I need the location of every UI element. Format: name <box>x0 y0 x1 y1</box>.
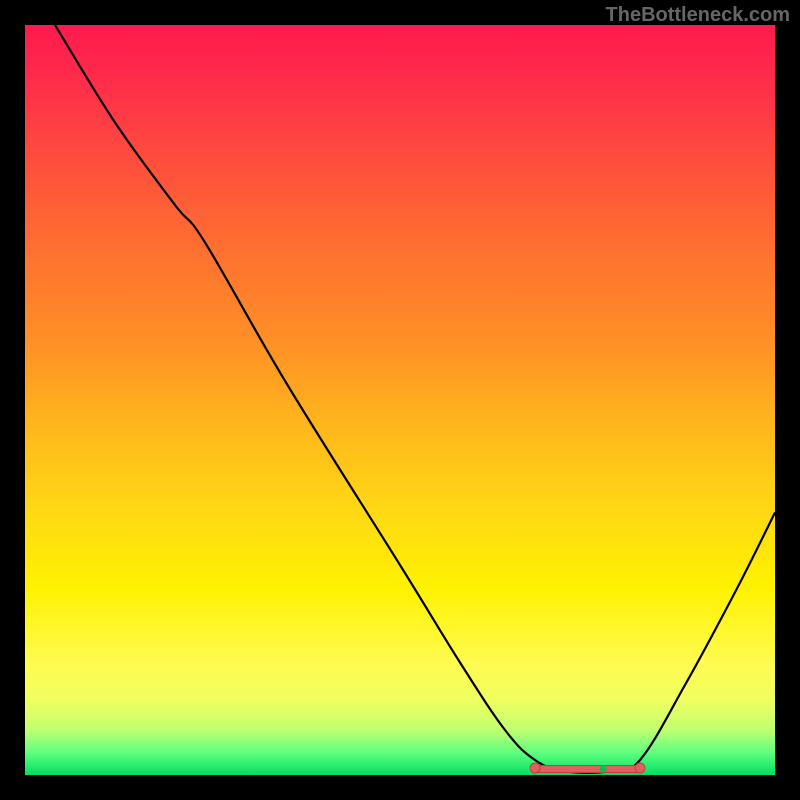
optimal-marker-mid <box>600 766 607 773</box>
watermark-text: TheBottleneck.com <box>606 4 790 27</box>
optimal-marker-0 <box>530 762 541 773</box>
optimal-range-bar <box>535 765 640 773</box>
bottleneck-curve <box>25 25 775 775</box>
chart-plot-area <box>25 25 775 775</box>
optimal-marker-1 <box>635 762 646 773</box>
